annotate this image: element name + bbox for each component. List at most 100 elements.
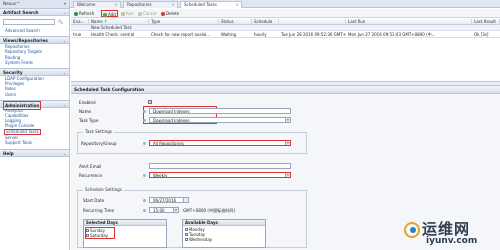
selected-days-header: Selected Days: [84, 220, 166, 226]
cancel-label: Cancel: [143, 11, 157, 16]
run-label: Run: [126, 11, 134, 16]
task-settings-legend: Task Settings: [83, 129, 114, 134]
collapse-icon[interactable]: ⌄: [63, 9, 66, 16]
close-icon[interactable]: ×: [172, 2, 175, 8]
sidebar-section-administration[interactable]: Administration ⌄: [0, 99, 69, 110]
toolbar: Refresh Add Run Cancel Delete: [71, 9, 500, 18]
available-days-header: Available Days: [183, 220, 265, 226]
collapse-icon[interactable]: ⌄: [63, 101, 66, 108]
search-row: 🔍: [0, 16, 69, 28]
alert-email-field[interactable]: [149, 163, 291, 169]
add-label: Add: [108, 12, 116, 17]
brand-menu-icon[interactable]: ▾: [64, 0, 66, 8]
required-icon: [143, 119, 146, 122]
recurring-time-label: Recurring Time: [83, 208, 114, 213]
recurring-time-value: 15:00: [153, 208, 165, 213]
cell-schedule: hourly: [254, 32, 267, 37]
list-item[interactable]: Wednesday: [185, 237, 212, 242]
repo-group-select[interactable]: All Repositories ▾: [149, 140, 291, 146]
tab-label: Welcome: [77, 2, 96, 7]
sidebar-section-views[interactable]: Views/Repositories ⌄: [0, 36, 69, 45]
refresh-icon: [74, 11, 78, 16]
sidebar-section-security[interactable]: Security ⌄: [0, 68, 69, 77]
required-icon: [143, 110, 146, 113]
name-label: Name: [79, 109, 92, 114]
brand-logo[interactable]: Nexus™ ▾: [0, 0, 70, 8]
table-row[interactable]: true Health Check: central Check for new…: [71, 31, 500, 38]
close-icon[interactable]: ×: [236, 2, 239, 8]
sidebar-link-scheduled-tasks[interactable]: Scheduled Tasks: [4, 128, 41, 136]
recurring-time-select[interactable]: 15:00 ▾: [149, 207, 179, 213]
search-input[interactable]: [3, 19, 55, 25]
tasks-grid: Ena... Name ↑ Type Status Schedule Last …: [71, 19, 500, 81]
recurrence-select[interactable]: Weekly ▾: [149, 172, 291, 178]
sidebar-section-help[interactable]: Help ⌄: [0, 148, 69, 157]
section-title: Security: [3, 70, 23, 76]
cell-name: Health Check: central: [91, 32, 135, 37]
delete-button[interactable]: Delete: [161, 10, 179, 17]
tab-strip: Welcome × Repositories × Scheduled Tasks…: [71, 0, 500, 8]
cell-status: Waiting: [221, 32, 237, 37]
tab-scheduled-tasks[interactable]: Scheduled Tasks ×: [180, 1, 242, 8]
add-icon: [103, 12, 107, 17]
section-title: Administration: [3, 100, 42, 110]
required-icon: [143, 142, 146, 145]
recurrence-value: Weekly: [153, 173, 168, 178]
main-panel: Welcome × Repositories × Scheduled Tasks…: [71, 0, 500, 250]
section-title: Help: [3, 150, 14, 156]
close-icon[interactable]: ×: [115, 2, 118, 8]
name-value: Download Indexes: [153, 109, 190, 114]
section-title: Artifact Search: [3, 10, 39, 15]
refresh-label: Refresh: [79, 11, 95, 16]
day-label: Wednesday: [189, 237, 213, 242]
chevron-down-icon[interactable]: ▾: [285, 173, 290, 177]
sidebar-section-artifact-search[interactable]: Artifact Search ⌄: [0, 8, 69, 16]
timezone-text: GMT+0800 (中国标准时间): [183, 208, 236, 213]
add-button[interactable]: Add: [101, 10, 118, 17]
available-days-list[interactable]: Available Days Monday Tuesday Wednesday: [182, 219, 266, 248]
search-icon[interactable]: 🔍: [57, 19, 64, 25]
collapse-icon[interactable]: ⌄: [63, 150, 66, 157]
tab-welcome[interactable]: Welcome ×: [73, 1, 121, 8]
chevron-down-icon[interactable]: ▾: [173, 208, 178, 212]
start-date-field[interactable]: 06/27/2016: [149, 197, 189, 203]
required-icon: [143, 199, 146, 202]
tab-label: Repositories: [127, 2, 152, 7]
refresh-button[interactable]: Refresh: [74, 10, 94, 17]
required-icon: [143, 174, 146, 177]
nexus-app: Nexus™ ▾ Artifact Search ⌄ 🔍 Advanced Se…: [0, 0, 500, 250]
start-date-label: Start Date: [83, 198, 105, 203]
cell-last-run: Mon Jun 27 2016 09:51:03 GMT+0800 (中...: [348, 32, 436, 37]
cell-enabled: true: [73, 32, 82, 37]
enabled-checkbox[interactable]: ✓: [148, 100, 152, 104]
task-type-value: Download Indexes: [153, 118, 190, 123]
run-button[interactable]: Run: [121, 10, 134, 17]
schedule-legend: Schedule Settings: [83, 187, 124, 192]
watermark-logo-icon: [404, 222, 420, 238]
collapse-icon[interactable]: ⌄: [63, 37, 66, 44]
watermark-en: iyunv.com: [426, 236, 478, 246]
required-icon: [143, 209, 146, 212]
list-item[interactable]: Saturday: [86, 233, 108, 238]
task-type-select[interactable]: Download Indexes ▾: [149, 117, 291, 123]
chevron-down-icon[interactable]: ▾: [285, 118, 290, 122]
chevron-down-icon[interactable]: ▾: [285, 141, 290, 145]
selected-days-list[interactable]: Selected Days Sunday Saturday: [83, 219, 167, 248]
calendar-icon[interactable]: [183, 198, 188, 202]
cancel-icon: [138, 11, 142, 16]
alert-email-label: Alert Email: [79, 164, 102, 169]
collapse-icon[interactable]: ⌄: [63, 69, 66, 76]
day-label: Saturday: [90, 233, 109, 238]
start-date-value: 06/27/2016: [153, 198, 177, 203]
sidebar: Artifact Search ⌄ 🔍 Advanced Search View…: [0, 8, 70, 250]
cancel-button[interactable]: Cancel: [138, 10, 157, 17]
name-field[interactable]: Download Indexes: [149, 108, 291, 114]
delete-label: Delete: [166, 11, 180, 16]
config-panel-title: Scheduled Task Configuration: [71, 86, 500, 94]
repo-group-value: All Repositories: [153, 141, 184, 146]
delete-icon: [161, 11, 165, 16]
task-type-label: Task Type: [79, 118, 99, 123]
tab-repositories[interactable]: Repositories ×: [123, 1, 178, 8]
tab-label: Scheduled Tasks: [184, 2, 217, 7]
brand-name: Nexus™: [3, 1, 21, 6]
